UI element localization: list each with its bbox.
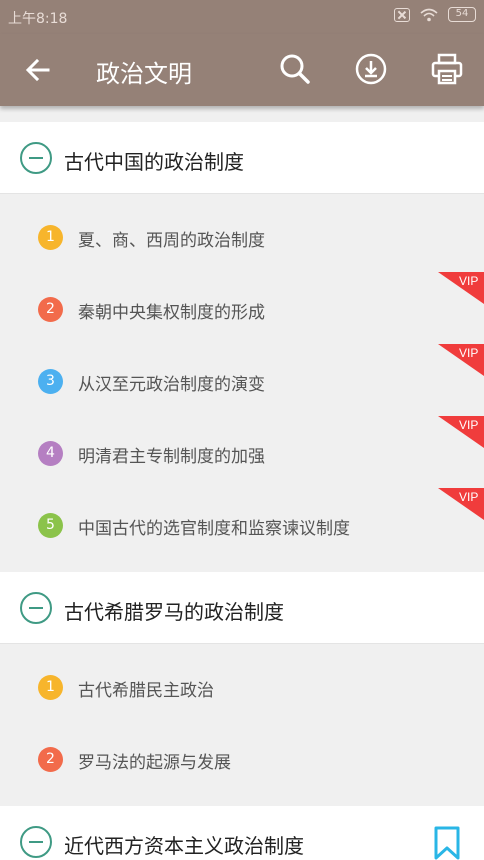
- chapter-list: 古代中国的政治制度 1 夏、商、西周的政治制度 2 秦朝中央集权制度的形成 VI…: [0, 106, 484, 860]
- vip-ribbon: VIP: [438, 272, 484, 304]
- collapse-icon[interactable]: [20, 142, 52, 174]
- vip-label: VIP: [459, 418, 478, 432]
- item-title: 古代希腊民主政治: [78, 681, 214, 701]
- item-title: 罗马法的起源与发展: [78, 753, 231, 773]
- item-title: 中国古代的选官制度和监察谏议制度: [78, 519, 350, 539]
- item-number-badge: 2: [38, 297, 63, 322]
- item-title: 秦朝中央集权制度的形成: [78, 303, 265, 323]
- section-title: 古代中国的政治制度: [64, 150, 244, 174]
- vip-ribbon: VIP: [438, 488, 484, 520]
- list-item[interactable]: 2 秦朝中央集权制度的形成 VIP: [0, 272, 484, 344]
- wifi-icon: [420, 8, 438, 21]
- battery-icon: 54: [448, 7, 476, 22]
- list-item[interactable]: 2 罗马法的起源与发展: [0, 722, 484, 794]
- item-number-badge: 5: [38, 513, 63, 538]
- item-title: 夏、商、西周的政治制度: [78, 231, 265, 251]
- item-number-badge: 4: [38, 441, 63, 466]
- vip-label: VIP: [459, 274, 478, 288]
- app-bar: 政治文明: [0, 34, 484, 106]
- status-icons: 54: [394, 7, 476, 22]
- section-header[interactable]: 古代中国的政治制度: [0, 122, 484, 194]
- vip-ribbon: VIP: [438, 344, 484, 376]
- section-header[interactable]: 古代希腊罗马的政治制度: [0, 572, 484, 644]
- list-item[interactable]: 5 中国古代的选官制度和监察谏议制度 VIP: [0, 488, 484, 560]
- page-title: 政治文明: [96, 60, 192, 88]
- list-item[interactable]: 1 古代希腊民主政治: [0, 650, 484, 722]
- collapse-icon[interactable]: [20, 826, 52, 858]
- list-item[interactable]: 1 夏、商、西周的政治制度: [0, 200, 484, 272]
- bookmark-icon[interactable]: [434, 826, 460, 860]
- download-icon[interactable]: [354, 52, 388, 86]
- vip-label: VIP: [459, 346, 478, 360]
- search-icon[interactable]: [278, 52, 312, 86]
- list-item[interactable]: 4 明清君主专制制度的加强 VIP: [0, 416, 484, 488]
- collapse-icon[interactable]: [20, 592, 52, 624]
- item-number-badge: 1: [38, 225, 63, 250]
- item-title: 明清君主专制制度的加强: [78, 447, 265, 467]
- status-time: 上午8:18: [8, 11, 68, 27]
- list-item[interactable]: 3 从汉至元政治制度的演变 VIP: [0, 344, 484, 416]
- back-arrow-icon[interactable]: [22, 54, 54, 86]
- item-title: 从汉至元政治制度的演变: [78, 375, 265, 395]
- status-bar: 上午8:18 54: [0, 0, 484, 34]
- item-number-badge: 3: [38, 369, 63, 394]
- item-number-badge: 2: [38, 747, 63, 772]
- section-header[interactable]: 近代西方资本主义政治制度: [0, 806, 484, 860]
- notification-blocked-icon: [394, 7, 410, 22]
- vip-ribbon: VIP: [438, 416, 484, 448]
- vip-label: VIP: [459, 490, 478, 504]
- item-number-badge: 1: [38, 675, 63, 700]
- section-title: 近代西方资本主义政治制度: [64, 834, 304, 858]
- section-title: 古代希腊罗马的政治制度: [64, 600, 284, 624]
- print-icon[interactable]: [430, 52, 464, 86]
